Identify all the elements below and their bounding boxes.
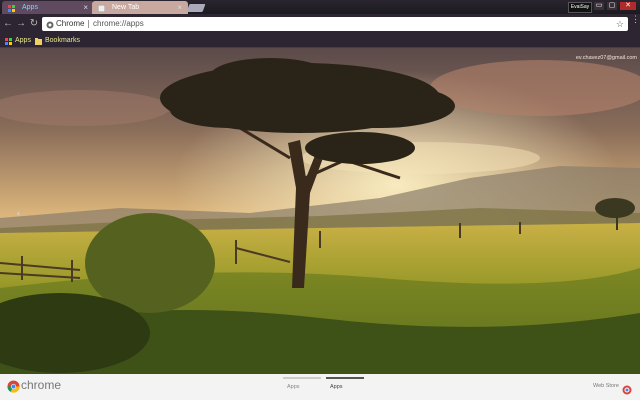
- minimize-button[interactable]: ▭: [594, 2, 604, 10]
- reload-button[interactable]: ↻: [29, 18, 39, 30]
- chrome-wordmark: chrome: [21, 378, 62, 392]
- web-store-icon[interactable]: [622, 382, 632, 395]
- apps-grid-icon: [5, 37, 12, 45]
- bookmark-bookmarks[interactable]: Bookmarks: [35, 34, 80, 47]
- page-left-arrow[interactable]: ‹: [17, 208, 20, 218]
- back-button[interactable]: ←: [3, 18, 13, 30]
- launcher-bar: chrome Apps Apps Web Store: [0, 374, 640, 400]
- close-window-button[interactable]: ✕: [620, 2, 636, 10]
- page-tab-indicator-active: [326, 377, 364, 379]
- omnibox-divider: [88, 20, 89, 28]
- page-tab-apps-2[interactable]: Apps: [330, 384, 343, 390]
- toolbar: ← → ↻ Chrome chrome://apps ☆: [0, 14, 640, 34]
- bookmark-label: Bookmarks: [45, 37, 81, 44]
- url-text[interactable]: chrome://apps: [93, 17, 144, 31]
- tab-apps[interactable]: Apps ×: [2, 1, 94, 14]
- page-icon: [97, 4, 106, 13]
- page-tab-apps-1[interactable]: Apps: [287, 384, 300, 390]
- profile-button[interactable]: EvaiSay: [568, 2, 592, 13]
- bookmark-star-icon[interactable]: ☆: [616, 17, 624, 31]
- new-tab-button[interactable]: [186, 4, 206, 12]
- user-email[interactable]: ev.chavez07@gmail.com: [576, 55, 637, 61]
- chrome-logo-icon: [7, 380, 20, 393]
- forward-button[interactable]: →: [16, 18, 26, 30]
- maximize-button[interactable]: ▢: [607, 2, 617, 10]
- folder-icon: [35, 37, 42, 45]
- bookmark-apps[interactable]: Apps: [5, 34, 31, 47]
- tab-label: Apps: [22, 4, 38, 11]
- tab-close-icon[interactable]: ×: [177, 1, 182, 14]
- address-bar[interactable]: Chrome chrome://apps ☆: [42, 17, 628, 31]
- omnibox-chip: Chrome: [56, 19, 85, 28]
- tab-label: New Tab: [112, 4, 140, 11]
- menu-button[interactable]: ⋮: [631, 15, 640, 31]
- bookmarks-bar: Apps Bookmarks: [0, 34, 640, 48]
- page-tab-indicator: [283, 377, 321, 379]
- apps-grid-icon: [8, 4, 15, 12]
- tab-strip: Apps × New Tab × EvaiSay ▭ ▢ ✕: [0, 0, 640, 14]
- theme-background: [0, 48, 640, 374]
- tab-close-icon[interactable]: ×: [83, 1, 88, 14]
- tab-new-tab[interactable]: New Tab ×: [92, 1, 188, 14]
- chrome-page-icon: [46, 20, 54, 29]
- bookmark-label: Apps: [15, 37, 31, 44]
- web-store-link[interactable]: Web Store: [593, 383, 619, 389]
